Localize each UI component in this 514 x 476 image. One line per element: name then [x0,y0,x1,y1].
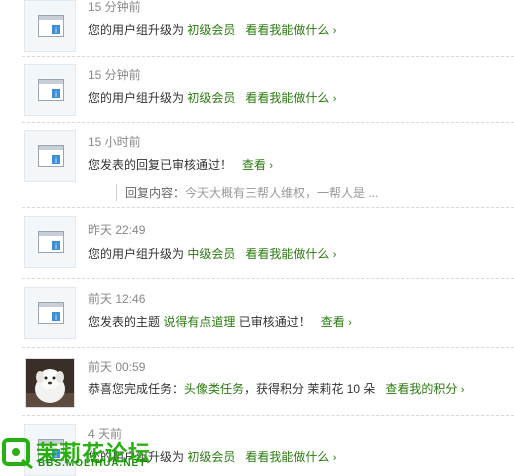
notification-message-suffix: 已审核通过！ [235,315,311,329]
notice-icon: i [24,287,76,339]
chevron-right-icon: › [332,93,337,105]
notification-text: 您的用户组升级为 初级会员 看看我能做什么 › [88,89,336,106]
notice-icon: i [24,130,76,182]
svg-text:i: i [55,242,57,251]
notification-text: 您发表的主题 说得有点道理 已审核通过！ 查看 › [88,313,352,330]
user-group-link[interactable]: 中级会员 [187,247,235,261]
forum-logo-icon [2,438,33,470]
reply-quote: 回复内容：今天大概有三帮人维权，一帮人是 ... [116,184,378,201]
notification-time: 15 分钟前 [88,0,141,14]
task-link[interactable]: 头像类任务 [184,382,244,396]
view-permissions-link[interactable]: 看看我能做什么 › [245,450,336,464]
link-label: 看看我能做什么 [245,23,330,37]
puppy-photo [26,359,74,407]
divider [22,122,514,123]
view-link[interactable]: 查看 › [242,158,273,172]
quote-label: 回复内容： [125,186,186,200]
chevron-right-icon: › [460,384,465,396]
view-permissions-link[interactable]: 看看我能做什么 › [245,247,336,261]
view-link[interactable]: 查看 › [321,315,352,329]
avatar [25,358,75,408]
notification-text: 恭喜您完成任务：头像类任务，获得积分 茉莉花 10 朵查看我的积分 › [88,380,464,397]
notification-message: 您的用户组升级为 [88,23,188,37]
divider [22,207,514,208]
notification-message: 您的用户组升级为 [88,247,188,261]
divider [22,56,514,57]
svg-text:i: i [55,26,57,35]
svg-text:i: i [55,156,57,165]
notification-message-suffix: ，获得积分 茉莉花 10 朵 [244,382,376,396]
notification-text: 您发表的回复已审核通过！ 查看 › [88,156,273,173]
notification-time: 15 分钟前 [88,68,141,82]
link-label: 看看我能做什么 [245,247,330,261]
thread-title-link[interactable]: 说得有点道理 [163,315,235,329]
chevron-right-icon: › [332,249,337,261]
notice-icon: i [24,216,76,268]
notification-item: i 15 分钟前 您的用户组升级为 初级会员 看看我能做什么 › [0,64,514,124]
chevron-right-icon: › [348,317,352,329]
notification-item: i 前天 12:46 您发表的主题 说得有点道理 已审核通过！ 查看 › [0,287,514,347]
notification-time: 15 小时前 [88,135,141,149]
notification-text: 您的用户组升级为 初级会员 看看我能做什么 › [88,21,336,38]
quote-content: 今天大概有三帮人维权，一帮人是 ... [185,186,379,200]
notification-text: 您的用户组升级为 中级会员 看看我能做什么 › [88,245,336,262]
chevron-right-icon: › [332,452,337,464]
notice-icon: i [24,64,76,116]
notification-message: 恭喜您完成任务： [88,382,185,396]
view-permissions-link[interactable]: 看看我能做什么 › [245,91,336,105]
user-group-link[interactable]: 初级会员 [187,23,235,37]
link-label: 查看 [320,315,345,329]
notification-message: 您的用户组升级为 [88,91,188,105]
chevron-right-icon: › [269,160,274,172]
notification-item: i 15 分钟前 您的用户组升级为 初级会员 看看我能做什么 › [0,0,514,56]
divider [22,347,514,348]
notification-message: 您发表的主题 [88,315,164,329]
site-watermark: 茉莉花论坛 BBS.MOLIHUA.NET [0,436,170,472]
link-label: 看看我能做什么 [245,91,330,105]
notification-message: 您发表的回复已审核通过！ [88,158,233,172]
svg-text:i: i [55,313,57,322]
link-label: 查看 [242,158,267,172]
notification-item: i 昨天 22:49 您的用户组升级为 中级会员 看看我能做什么 › [0,216,514,276]
chevron-right-icon: › [332,25,337,37]
link-label: 查看我的积分 [385,382,458,396]
view-credits-link[interactable]: 查看我的积分 › [385,382,464,396]
user-group-link[interactable]: 初级会员 [187,91,235,105]
watermark-url: BBS.MOLIHUA.NET [38,458,147,469]
divider [22,278,514,279]
notification-item: 前天 00:59 恭喜您完成任务：头像类任务，获得积分 茉莉花 10 朵查看我的… [0,356,514,416]
user-group-link[interactable]: 初级会员 [187,450,235,464]
svg-text:i: i [55,90,57,99]
view-permissions-link[interactable]: 看看我能做什么 › [245,23,336,37]
notification-time: 前天 12:46 [88,292,146,306]
notification-time: 昨天 22:49 [88,223,146,237]
link-label: 看看我能做什么 [245,450,330,464]
notification-time: 前天 00:59 [88,360,146,374]
notice-icon: i [24,0,76,52]
divider [22,415,514,416]
notification-item: i 15 小时前 您发表的回复已审核通过！ 查看 › 回复内容：今天大概有三帮人维… [0,130,514,208]
